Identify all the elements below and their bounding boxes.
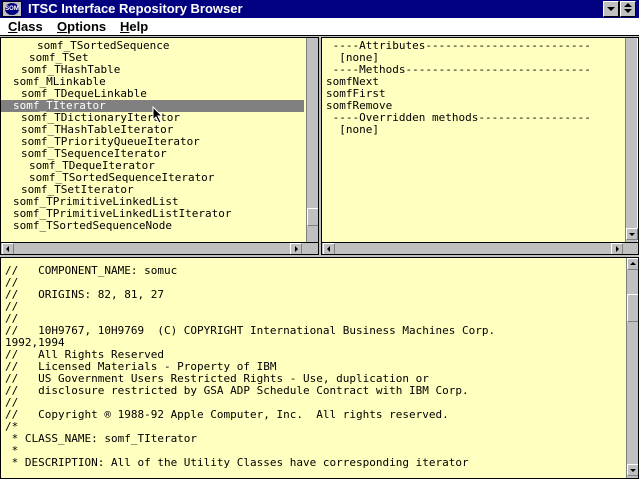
maximize-arrow-up-icon: [624, 3, 632, 7]
arrow-right-icon: [616, 246, 619, 252]
minimize-arrow-icon: [607, 7, 615, 11]
scroll-right-button[interactable]: [611, 243, 623, 254]
maximize-button[interactable]: [620, 1, 636, 17]
minimize-button[interactable]: [603, 1, 619, 17]
source-line: * CLASS_NAME: somf_TIterator: [5, 432, 198, 445]
members-hscrollbar[interactable]: [322, 242, 638, 254]
class-tree-vscrollbar[interactable]: [306, 38, 318, 242]
source-line: // COMPONENT_NAME: somuc: [5, 264, 178, 277]
source-line: // disclosure restricted by GSA ADP Sche…: [5, 384, 469, 397]
scroll-down-button[interactable]: [626, 228, 638, 240]
arrow-left-icon: [6, 246, 9, 252]
arrow-down-icon: [629, 233, 635, 236]
source-line: * DESCRIPTION: All of the Utility Classe…: [5, 456, 469, 469]
menu-bar: Class Options Help: [0, 18, 639, 36]
maximize-arrow-down-icon: [624, 9, 632, 13]
arrow-right-icon: [295, 246, 298, 252]
member-item[interactable]: [none]: [322, 124, 379, 136]
arrow-left-icon: [327, 246, 330, 252]
menu-options[interactable]: Options: [57, 18, 106, 36]
source-vscrollbar[interactable]: [626, 258, 638, 478]
scroll-up-button[interactable]: [627, 258, 638, 270]
window-title: ITSC Interface Repository Browser: [28, 1, 243, 16]
system-menu-icon[interactable]: SOM: [2, 1, 22, 17]
som-logo-icon: SOM: [5, 3, 19, 15]
scroll-right-button[interactable]: [290, 243, 302, 254]
scroll-down-button[interactable]: [627, 464, 638, 476]
scroll-left-button[interactable]: [2, 243, 14, 254]
arrow-down-icon: [630, 469, 636, 472]
members-pane[interactable]: ----Attributes------------------------- …: [321, 37, 639, 255]
source-pane[interactable]: // COMPONENT_NAME: somuc//// ORIGINS: 82…: [0, 257, 639, 479]
arrow-up-icon: [630, 262, 636, 265]
source-line: // ORIGINS: 82, 81, 27: [5, 288, 164, 301]
source-line: // 10H9767, 10H9769 (C) COPYRIGHT Intern…: [5, 324, 496, 337]
title-bar[interactable]: SOM ITSC Interface Repository Browser: [0, 0, 639, 18]
class-tree-vscroll-thumb[interactable]: [307, 208, 318, 226]
class-tree-pane[interactable]: somf_TSortedSequence somf_TSet somf_THashT…: [0, 37, 319, 255]
menu-help[interactable]: Help: [120, 18, 148, 36]
class-tree-hscrollbar[interactable]: [1, 242, 318, 254]
source-vscroll-thumb[interactable]: [627, 294, 638, 322]
members-vscrollbar[interactable]: [625, 38, 638, 242]
menu-class[interactable]: Class: [8, 18, 43, 36]
scroll-left-button[interactable]: [323, 243, 335, 254]
class-tree-item[interactable]: somf_TSortedSequenceNode: [1, 220, 172, 232]
source-line: // Copyright ® 1988-92 Apple Computer, I…: [5, 408, 449, 421]
mouse-pointer-icon: [152, 106, 164, 124]
